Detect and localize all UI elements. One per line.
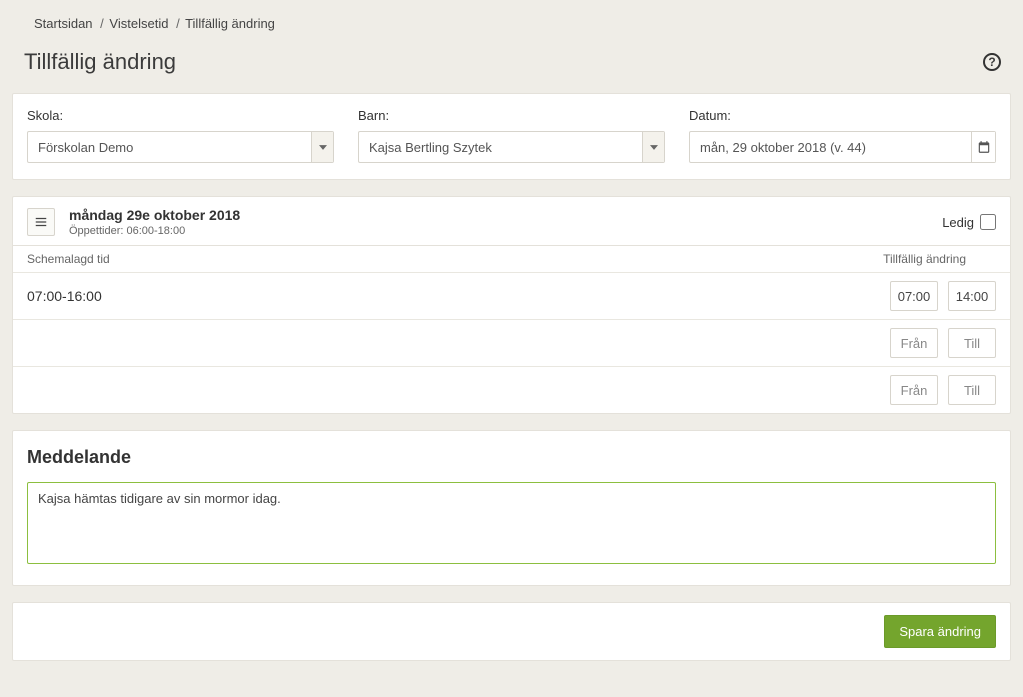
school-dropdown-button[interactable] xyxy=(311,132,333,162)
school-select[interactable] xyxy=(27,131,334,163)
schedule-row: 07:00-16:00 xyxy=(13,273,1010,320)
breadcrumb-sep: / xyxy=(100,16,104,31)
to-time-input[interactable] xyxy=(948,375,996,405)
date-picker-button[interactable] xyxy=(971,132,995,162)
ledig-checkbox[interactable] xyxy=(980,214,996,230)
breadcrumb-home[interactable]: Startsidan xyxy=(34,16,93,31)
from-time-input[interactable] xyxy=(890,328,938,358)
date-label: Datum: xyxy=(689,108,996,123)
message-textarea[interactable] xyxy=(27,482,996,564)
chevron-down-icon xyxy=(650,145,658,150)
chevron-down-icon xyxy=(319,145,327,150)
day-card: måndag 29e oktober 2018 Öppettider: 06:0… xyxy=(12,196,1011,414)
day-title: måndag 29e oktober 2018 xyxy=(69,207,240,223)
save-button[interactable]: Spara ändring xyxy=(884,615,996,648)
message-card: Meddelande xyxy=(12,430,1011,586)
date-select[interactable] xyxy=(689,131,996,163)
filters-card: Skola: Barn: Datum: xyxy=(12,93,1011,180)
from-time-input[interactable] xyxy=(890,375,938,405)
day-open-hours: Öppettider: 06:00-18:00 xyxy=(69,225,240,237)
col-temp: Tillfällig ändring xyxy=(883,252,966,266)
calendar-list-icon xyxy=(33,215,49,229)
schedule-row xyxy=(13,367,1010,413)
calendar-icon xyxy=(977,140,991,154)
breadcrumb-level2: Tillfällig ändring xyxy=(185,16,275,31)
day-calendar-icon xyxy=(27,208,55,236)
day-header: måndag 29e oktober 2018 Öppettider: 06:0… xyxy=(13,197,1010,246)
breadcrumb-sep: / xyxy=(176,16,180,31)
to-time-input[interactable] xyxy=(948,328,996,358)
to-time-input[interactable] xyxy=(948,281,996,311)
school-input[interactable] xyxy=(28,132,311,162)
ledig-label: Ledig xyxy=(942,215,974,230)
message-title: Meddelande xyxy=(27,447,996,468)
column-headers: Schemalagd tid Tillfällig ändring xyxy=(13,246,1010,273)
schedule-row xyxy=(13,320,1010,367)
child-dropdown-button[interactable] xyxy=(642,132,664,162)
col-scheduled: Schemalagd tid xyxy=(27,252,110,266)
breadcrumb-level1[interactable]: Vistelsetid xyxy=(109,16,168,31)
ledig-checkbox-wrap[interactable]: Ledig xyxy=(942,214,996,230)
from-time-input[interactable] xyxy=(890,281,938,311)
help-icon[interactable]: ? xyxy=(983,53,1001,71)
child-input[interactable] xyxy=(359,132,642,162)
page-title: Tillfällig ändring xyxy=(24,49,176,75)
school-label: Skola: xyxy=(27,108,334,123)
child-select[interactable] xyxy=(358,131,665,163)
child-label: Barn: xyxy=(358,108,665,123)
date-input[interactable] xyxy=(690,132,971,162)
school-field: Skola: xyxy=(27,108,334,163)
date-field: Datum: xyxy=(689,108,996,163)
scheduled-time: 07:00-16:00 xyxy=(27,288,102,304)
footer-card: Spara ändring xyxy=(12,602,1011,661)
breadcrumb: Startsidan / Vistelsetid / Tillfällig än… xyxy=(12,10,1011,45)
child-field: Barn: xyxy=(358,108,665,163)
